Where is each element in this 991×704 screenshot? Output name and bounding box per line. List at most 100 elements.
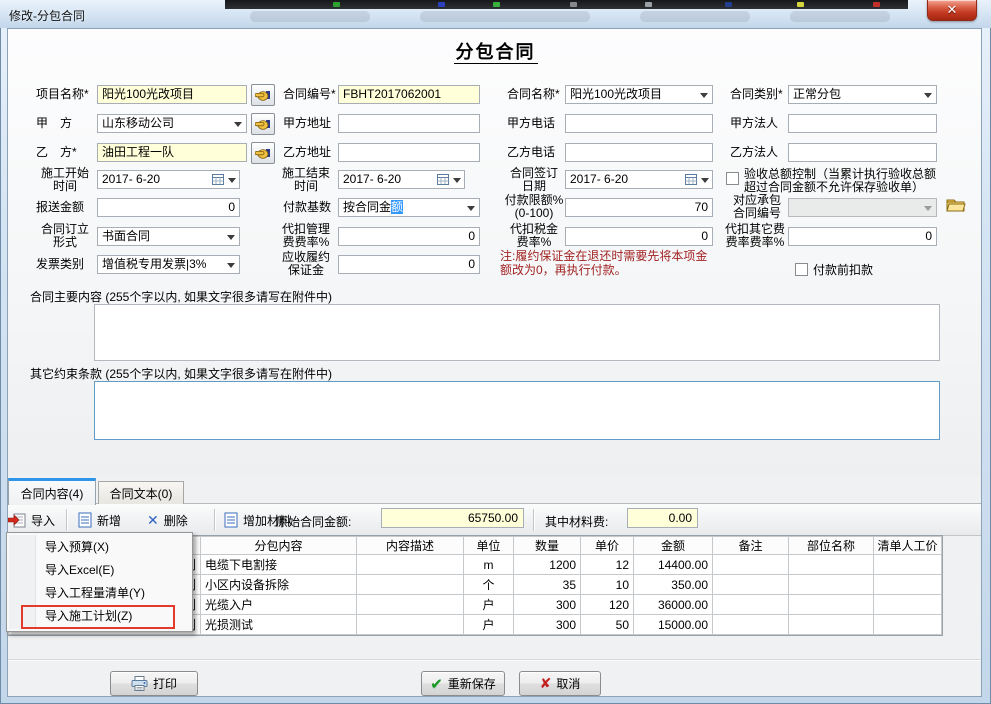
project-picker-button[interactable]	[251, 84, 275, 106]
table-cell[interactable]	[357, 595, 464, 615]
table-cell[interactable]: 户	[464, 615, 514, 635]
table-header-cell[interactable]: 金额	[634, 537, 713, 555]
contract-form-combo[interactable]: 书面合同	[97, 227, 240, 246]
table-cell[interactable]: 36000.00	[634, 595, 713, 615]
table-header-cell[interactable]: 内容描述	[357, 537, 464, 555]
table-cell[interactable]: 1200	[514, 555, 581, 575]
table-cell[interactable]: 光缆入户	[201, 595, 357, 615]
table-cell[interactable]	[357, 615, 464, 635]
chevron-down-icon	[924, 93, 932, 98]
invoice-type-combo[interactable]: 增值税专用发票|3%	[97, 255, 240, 274]
table-cell[interactable]	[789, 615, 874, 635]
table-cell[interactable]: 光损测试	[201, 615, 357, 635]
table-cell[interactable]: 15000.00	[634, 615, 713, 635]
table-cell[interactable]: 小区内设备拆除	[201, 575, 357, 595]
cancel-x-icon: ✘	[540, 675, 552, 692]
cancel-button[interactable]: ✘ 取消	[519, 671, 601, 696]
other-terms-textarea[interactable]	[94, 381, 940, 440]
pay-limit-field[interactable]: 70	[565, 198, 713, 217]
table-cell[interactable]: m	[464, 555, 514, 575]
party-b-picker-button[interactable]	[251, 142, 275, 164]
menu-item-import-budget[interactable]: 导入预算(X)	[7, 536, 192, 559]
table-cell[interactable]	[874, 575, 942, 595]
pay-base-combo[interactable]: 按合同金额	[338, 198, 480, 217]
contract-type-label: 合同类别*	[730, 88, 783, 101]
table-header-cell[interactable]: 单价	[581, 537, 634, 555]
table-header-cell[interactable]: 备注	[713, 537, 789, 555]
party-a-addr-field[interactable]	[338, 114, 480, 133]
contract-no-field[interactable]: FBHT2017062001	[338, 85, 480, 104]
table-cell[interactable]	[874, 555, 942, 575]
parent-contract-no-label: 对应承包 合同编号	[726, 194, 788, 220]
background-icon	[333, 2, 340, 7]
table-cell[interactable]	[789, 595, 874, 615]
add-row-button[interactable]: 新增	[78, 508, 121, 532]
table-cell[interactable]	[713, 555, 789, 575]
table-cell[interactable]	[789, 555, 874, 575]
table-cell[interactable]	[713, 575, 789, 595]
table-cell[interactable]: 50	[581, 615, 634, 635]
table-cell[interactable]	[789, 575, 874, 595]
party-a-combo[interactable]: 山东移动公司	[97, 114, 247, 133]
party-b-tel-field[interactable]	[565, 143, 713, 162]
print-button[interactable]: 打印	[110, 671, 198, 696]
other-fee-rate-field[interactable]: 0	[788, 227, 937, 246]
mgmt-fee-rate-field[interactable]: 0	[338, 227, 480, 246]
tab-contract-text[interactable]: 合同文本(0)	[98, 481, 184, 504]
project-name-field[interactable]: 阳光100光改项目	[97, 85, 247, 104]
party-b-field[interactable]: 油田工程一队	[97, 143, 247, 162]
table-header-cell[interactable]: 清单人工价	[874, 537, 942, 555]
delete-row-button[interactable]: ✕ 删除	[147, 508, 188, 532]
table-cell[interactable]: 个	[464, 575, 514, 595]
party-a-legal-field[interactable]	[788, 114, 937, 133]
party-a-tel-field[interactable]	[565, 114, 713, 133]
table-cell[interactable]: 14400.00	[634, 555, 713, 575]
party-b-legal-field[interactable]	[788, 143, 937, 162]
menu-item-import-boq[interactable]: 导入工程量清单(Y)	[7, 582, 192, 605]
other-fee-rate-label: 代扣其它费 费率费率%	[722, 223, 788, 249]
table-cell[interactable]	[874, 595, 942, 615]
contract-name-label: 合同名称*	[507, 88, 560, 101]
contract-name-combo[interactable]: 阳光100光改项目	[565, 85, 713, 104]
table-cell[interactable]: 350.00	[634, 575, 713, 595]
contract-type-combo[interactable]: 正常分包	[788, 85, 937, 104]
other-terms-label: 其它约束条款 (255个字以内, 如果文字很多请写在附件中)	[30, 368, 332, 381]
end-time-date-picker[interactable]: 2017- 6-20	[338, 170, 465, 189]
sign-date-picker[interactable]: 2017- 6-20	[565, 170, 713, 189]
table-cell[interactable]	[713, 595, 789, 615]
orig-amount-field[interactable]: 65750.00	[381, 508, 524, 528]
tab-contract-content[interactable]: 合同内容(4)	[8, 478, 96, 505]
material-amount-field[interactable]: 0.00	[627, 508, 698, 528]
table-cell[interactable]: 电缆下电割接	[201, 555, 357, 575]
table-cell[interactable]: 户	[464, 595, 514, 615]
table-cell[interactable]: 300	[514, 595, 581, 615]
start-time-date-picker[interactable]: 2017- 6-20	[97, 170, 240, 189]
tax-fee-rate-field[interactable]: 0	[565, 227, 713, 246]
menu-item-import-excel[interactable]: 导入Excel(E)	[7, 559, 192, 582]
import-button[interactable]: 导入	[8, 508, 55, 532]
acceptance-total-control-checkbox[interactable]	[726, 172, 739, 185]
table-header-cell[interactable]: 分包内容	[201, 537, 357, 555]
report-amount-field[interactable]: 0	[97, 198, 240, 217]
table-header-cell[interactable]: 部位名称	[789, 537, 874, 555]
save-button[interactable]: ✔ 重新保存	[421, 671, 505, 696]
table-cell[interactable]: 120	[581, 595, 634, 615]
table-header-cell[interactable]: 单位	[464, 537, 514, 555]
pre-pay-deduct-checkbox[interactable]	[795, 263, 808, 276]
party-a-picker-button[interactable]	[251, 113, 275, 135]
menu-item-import-construction-plan[interactable]: 导入施工计划(Z)	[7, 605, 192, 628]
party-b-addr-field[interactable]	[338, 143, 480, 162]
close-button[interactable]: ✕	[927, 0, 977, 21]
table-cell[interactable]: 12	[581, 555, 634, 575]
table-cell[interactable]	[713, 615, 789, 635]
table-cell[interactable]: 10	[581, 575, 634, 595]
table-cell[interactable]	[357, 575, 464, 595]
table-cell[interactable]	[357, 555, 464, 575]
table-header-cell[interactable]: 数量	[514, 537, 581, 555]
browse-folder-button[interactable]	[946, 197, 966, 219]
table-cell[interactable]: 300	[514, 615, 581, 635]
table-cell[interactable]: 35	[514, 575, 581, 595]
table-cell[interactable]	[874, 615, 942, 635]
main-content-textarea[interactable]	[94, 304, 940, 361]
deposit-field[interactable]: 0	[338, 255, 480, 274]
